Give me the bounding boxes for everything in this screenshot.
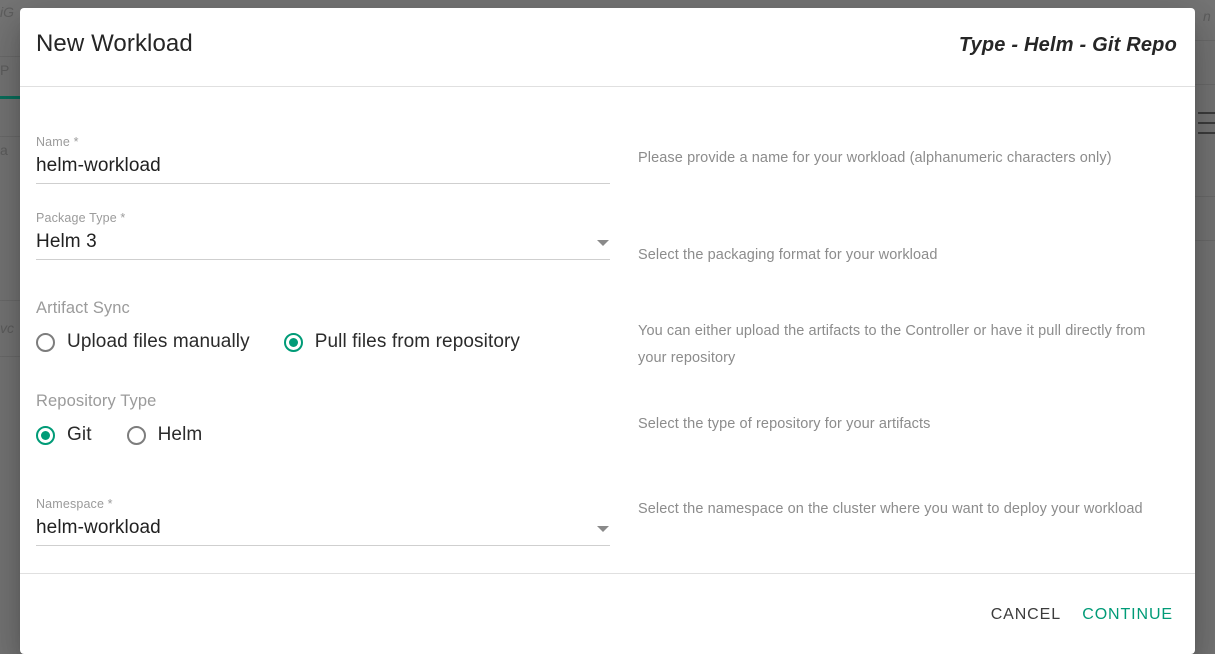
repository-type-options: Git Helm [36,424,202,446]
background-text-fragment: iG [0,4,14,20]
artifact-sync-options: Upload files manually Pull files from re… [36,331,520,353]
chevron-down-icon[interactable] [597,526,609,532]
repository-type-help-text: Select the type of repository for your a… [638,416,931,432]
dialog-header: New Workload Type - Helm - Git Repo [20,8,1195,87]
name-input-value: helm-workload [36,155,161,176]
background-rule [1195,240,1215,241]
radio-pull-files-from-repository[interactable]: Pull files from repository [283,331,521,353]
background-accent-bar [0,96,20,99]
package-type-field[interactable]: Package Type * Helm 3 [36,211,610,260]
chevron-down-icon[interactable] [597,240,609,246]
background-rule [0,136,20,137]
background-rule [1195,40,1215,41]
name-field-label: Name * [36,135,79,149]
radio-label: Pull files from repository [314,331,521,352]
background-rule [0,300,20,301]
radio-upload-files-manually[interactable]: Upload files manually [36,331,250,353]
background-rule [0,56,20,57]
package-type-label: Package Type * [36,211,126,225]
package-type-help-text: Select the packaging format for your wor… [638,247,938,263]
dialog-footer: CANCEL CONTINUE [20,573,1195,653]
namespace-select[interactable]: helm-workload [36,515,610,546]
artifact-sync-group: Artifact Sync Upload files manually Pull… [36,299,520,353]
radio-label: Helm [157,424,203,445]
radio-git[interactable]: Git [36,424,92,446]
radio-icon-checked [283,332,303,352]
background-text-fragment: vc [0,320,14,336]
package-type-value: Helm 3 [36,231,97,252]
background-row-line [1198,112,1215,114]
package-type-select[interactable]: Helm 3 [36,229,610,260]
radio-icon-unchecked [36,332,55,352]
background-rule [1195,84,1215,85]
repository-type-label: Repository Type [36,392,157,410]
new-workload-dialog: New Workload Type - Helm - Git Repo Name… [20,8,1195,654]
artifact-sync-help-text: You can either upload the artifacts to t… [638,323,1146,366]
background-text-fragment: n [1203,8,1211,24]
background-text-fragment: a [0,142,8,158]
radio-label: Upload files manually [67,331,250,352]
background-rule [0,356,20,357]
name-input[interactable]: helm-workload [36,153,610,184]
radio-icon-unchecked [126,425,146,445]
name-help-text: Please provide a name for your workload … [638,150,1112,166]
background-text-fragment: P [0,62,10,78]
name-field[interactable]: Name * helm-workload [36,135,610,184]
namespace-help-text: Select the namespace on the cluster wher… [638,501,1143,517]
radio-icon-checked [36,425,55,445]
namespace-value: helm-workload [36,517,161,538]
continue-button[interactable]: CONTINUE [1074,600,1181,630]
namespace-label: Namespace * [36,497,113,511]
radio-label: Git [67,424,92,445]
background-rule [1195,196,1215,197]
repository-type-group: Repository Type Git Helm [36,392,202,446]
radio-helm[interactable]: Helm [126,424,203,446]
background-row-line [1198,132,1215,134]
background-row-line [1198,122,1215,124]
workload-type-label: Type - Helm - Git Repo [958,34,1177,56]
page-title: New Workload [36,30,193,57]
namespace-field[interactable]: Namespace * helm-workload [36,497,610,546]
cancel-button[interactable]: CANCEL [983,600,1069,630]
artifact-sync-label: Artifact Sync [36,299,130,317]
dialog-body: Name * helm-workload Package Type * Helm… [20,87,1195,573]
